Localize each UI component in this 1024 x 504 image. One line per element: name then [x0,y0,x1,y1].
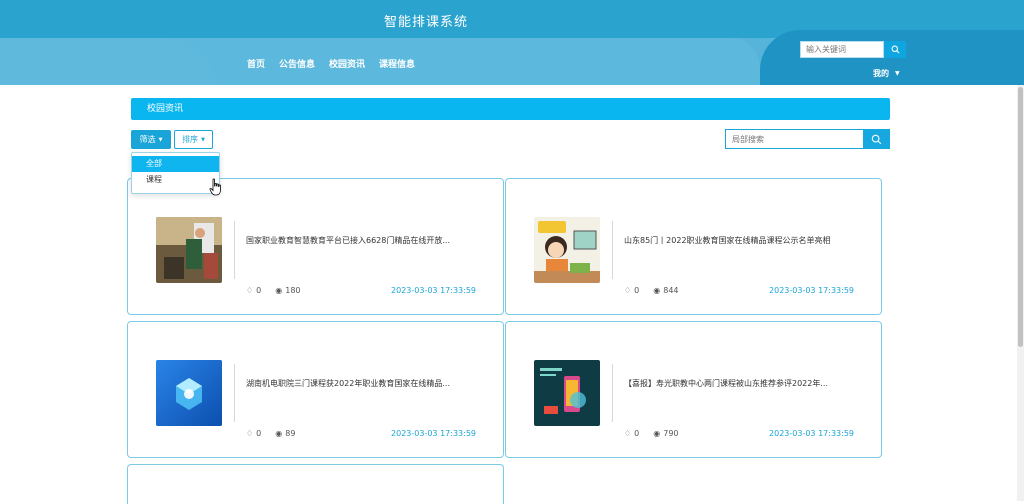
news-date: 2023-03-03 17:33:59 [391,286,476,295]
like-count: 0 [634,286,640,295]
eye-icon: ◉ [275,286,283,295]
filter-button[interactable]: 筛选 ▼ [131,130,171,149]
local-search-button[interactable] [863,129,890,149]
header-search [800,41,906,58]
sort-button[interactable]: 排序 ▼ [174,130,213,149]
news-thumbnail [534,217,600,283]
hand-cursor-icon [209,178,221,196]
nav-home[interactable]: 首页 [240,54,272,78]
like-count: 0 [256,429,262,438]
like-icon[interactable]: ♢ [624,286,631,295]
nav-announcements[interactable]: 公告信息 [272,54,322,78]
site-title: 智能排课系统 [383,15,468,30]
card-divider [234,221,235,279]
news-card[interactable]: 山东85门丨2022职业教育国家在线精品课程公示名单亮相 ♢ 0 ◉ 844 202… [505,178,882,315]
news-thumbnail [156,360,222,426]
main-nav: 首页 公告信息 校园资讯 课程信息 [240,54,422,78]
sort-label: 排序 [182,135,199,144]
site-header: 智能排课系统 首页 公告信息 校园资讯 课程信息 我的 ▼ [0,0,1024,85]
view-count: 89 [285,429,296,438]
news-card[interactable]: 国家职业教育智慧教育平台已接入6628门精品在线开放... ♢ 0 ◉ 180 20… [127,178,504,315]
news-meta: ♢ 0 ◉ 844 [624,286,679,295]
view-count: 844 [663,286,679,295]
filter-label: 筛选 [139,135,156,144]
news-thumbnail [534,360,600,426]
news-card[interactable]: 【喜报】寿光职教中心两门课程被山东推荐参评2022年... ♢ 0 ◉ 790 20… [505,321,882,458]
search-icon [871,134,882,144]
section-title-bar: 校园资讯 [131,98,890,120]
news-date: 2023-03-03 17:33:59 [769,429,854,438]
card-divider [234,364,235,422]
filter-option-all[interactable]: 全部 [132,156,219,172]
like-icon[interactable]: ♢ [246,429,253,438]
news-title[interactable]: 【喜报】寿光职教中心两门课程被山东推荐参评2022年... [624,378,869,389]
view-count: 790 [663,429,679,438]
news-title[interactable]: 湖南机电职院三门课程获2022年职业教育国家在线精品... [246,378,491,389]
like-count: 0 [256,286,262,295]
local-search [725,129,890,149]
user-menu-label: 我的 [873,69,889,78]
nav-course-info[interactable]: 课程信息 [372,54,422,78]
page-scrollbar[interactable] [1017,85,1024,501]
card-divider [612,221,613,279]
card-divider [612,364,613,422]
view-count: 180 [285,286,301,295]
like-icon[interactable]: ♢ [624,429,631,438]
news-card[interactable] [127,464,504,504]
eye-icon: ◉ [653,429,661,438]
scrollbar-thumb[interactable] [1018,87,1023,347]
nav-campus-news[interactable]: 校园资讯 [322,54,372,78]
news-meta: ♢ 0 ◉ 89 [246,429,295,438]
news-title[interactable]: 国家职业教育智慧教育平台已接入6628门精品在线开放... [246,235,491,246]
chevron-down-icon: ▼ [158,136,163,143]
filter-dropdown: 全部 课程 [131,152,220,194]
chevron-down-icon: ▼ [201,136,205,143]
news-title[interactable]: 山东85门丨2022职业教育国家在线精品课程公示名单亮相 [624,235,869,246]
eye-icon: ◉ [275,429,283,438]
eye-icon: ◉ [653,286,661,295]
header-search-button[interactable] [884,41,906,58]
local-search-input[interactable] [725,129,863,149]
user-menu[interactable]: 我的 ▼ [873,68,900,79]
filter-option-course[interactable]: 课程 [132,172,219,188]
news-date: 2023-03-03 17:33:59 [391,429,476,438]
news-thumbnail [156,217,222,283]
search-icon [891,45,899,54]
news-card[interactable]: 湖南机电职院三门课程获2022年职业教育国家在线精品... ♢ 0 ◉ 89 202… [127,321,504,458]
news-date: 2023-03-03 17:33:59 [769,286,854,295]
news-meta: ♢ 0 ◉ 790 [624,429,679,438]
like-icon[interactable]: ♢ [246,286,253,295]
header-search-input[interactable] [800,41,884,58]
header-wave [0,38,220,85]
news-meta: ♢ 0 ◉ 180 [246,286,301,295]
like-count: 0 [634,429,640,438]
section-title: 校园资讯 [147,104,184,114]
chevron-down-icon: ▼ [895,70,900,77]
